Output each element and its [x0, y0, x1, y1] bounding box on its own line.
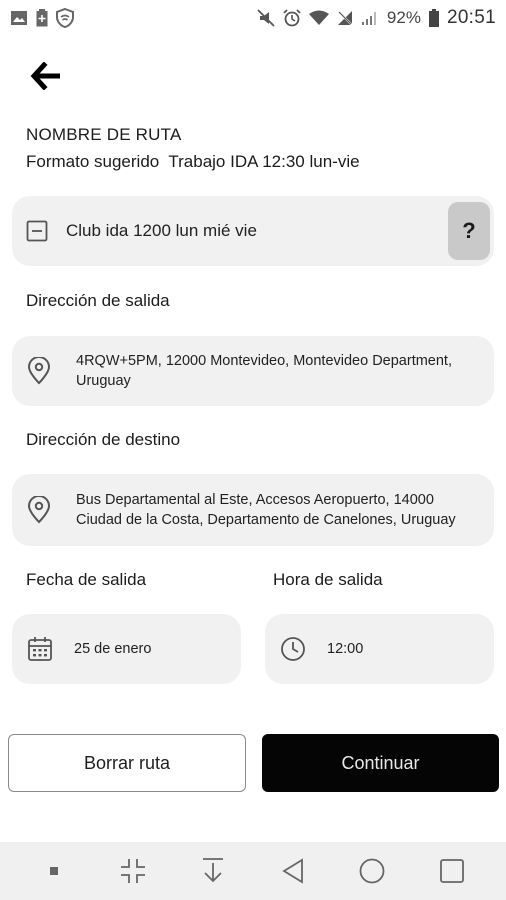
- status-clock: 20:51: [446, 7, 496, 28]
- battery-saver-icon: [36, 9, 48, 27]
- navigation-bar: [0, 842, 506, 900]
- battery-icon: [428, 9, 439, 27]
- status-left-icons: [10, 8, 74, 28]
- mute-icon: [257, 9, 275, 27]
- time-label: Hora de salida: [273, 570, 383, 589]
- route-name-heading: NOMBRE DE RUTA: [26, 125, 182, 144]
- download-icon[interactable]: [193, 851, 233, 891]
- dot-icon[interactable]: [34, 851, 74, 891]
- nav-back-icon[interactable]: [273, 851, 313, 891]
- date-label: Fecha de salida: [26, 570, 147, 589]
- image-icon: [10, 10, 28, 26]
- departure-address-field[interactable]: 4RQW+5PM, 12000 Montevideo, Montevideo D…: [12, 336, 494, 406]
- destination-address: Bus Departamental al Este, Accesos Aerop…: [76, 492, 456, 528]
- calendar-icon: [28, 637, 52, 661]
- collapse-icon[interactable]: [113, 851, 153, 891]
- home-icon[interactable]: [352, 851, 392, 891]
- time-field[interactable]: 12:00: [265, 614, 494, 684]
- route-name-field[interactable]: Club ida 1200 lun mié vie ?: [12, 196, 494, 266]
- shield-icon: [56, 8, 74, 28]
- wifi-icon: [308, 10, 329, 26]
- alarm-icon: [283, 9, 301, 27]
- status-right-icons: 92% 20:51: [257, 7, 496, 29]
- help-button[interactable]: ?: [448, 202, 490, 260]
- recents-icon[interactable]: [432, 851, 472, 891]
- destination-address-field[interactable]: Bus Departamental al Este, Accesos Aerop…: [12, 474, 494, 546]
- departure-label: Dirección de salida: [26, 291, 170, 310]
- no-signal-icon: [337, 10, 353, 26]
- destination-label: Dirección de destino: [26, 430, 181, 449]
- location-pin-icon: [27, 357, 51, 385]
- signal-icon: [361, 10, 379, 26]
- back-button[interactable]: [30, 56, 74, 96]
- time-value: 12:00: [327, 641, 364, 657]
- back-arrow-icon: [30, 62, 60, 90]
- date-field[interactable]: 25 de enero: [12, 614, 241, 684]
- status-bar: 92% 20:51: [0, 0, 506, 36]
- clock-icon: [281, 637, 305, 661]
- route-name-value[interactable]: Club ida 1200 lun mié vie: [66, 221, 257, 241]
- departure-address: 4RQW+5PM, 12000 Montevideo, Montevideo D…: [76, 353, 452, 389]
- location-pin-icon: [27, 496, 51, 524]
- route-name-hint: Formato sugerido Trabajo IDA 12:30 lun-v…: [26, 152, 360, 171]
- checkbox-minus-icon[interactable]: [26, 220, 48, 242]
- date-value: 25 de enero: [74, 641, 152, 657]
- battery-percent: 92%: [386, 8, 421, 27]
- continue-button[interactable]: Continuar: [262, 734, 499, 792]
- clear-route-button[interactable]: Borrar ruta: [8, 734, 246, 792]
